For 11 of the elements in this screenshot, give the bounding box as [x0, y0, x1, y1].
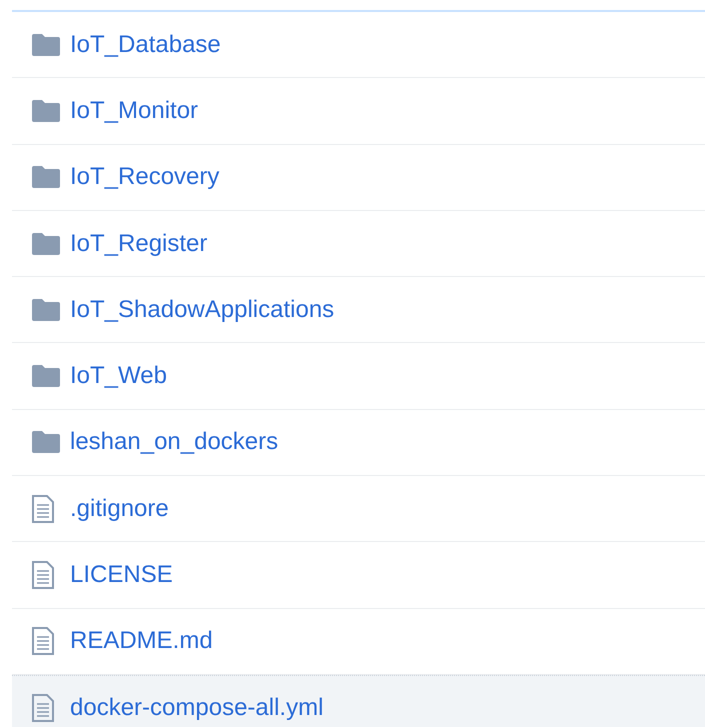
folder-link[interactable]: IoT_Register — [70, 226, 208, 262]
folder-link[interactable]: leshan_on_dockers — [70, 424, 278, 460]
folder-link[interactable]: IoT_Database — [70, 26, 221, 63]
folder-link[interactable]: IoT_Web — [70, 358, 167, 394]
file-link[interactable]: .gitignore — [70, 490, 169, 527]
file-link[interactable]: LICENSE — [70, 557, 173, 594]
folder-link[interactable]: IoT_Recovery — [70, 159, 220, 196]
file-link[interactable]: README.md — [70, 623, 213, 660]
folder-link[interactable]: IoT_Monitor — [70, 92, 198, 129]
file-link[interactable]: docker-compose-all.yml — [70, 690, 324, 726]
folder-link[interactable]: IoT_ShadowApplications — [70, 292, 334, 328]
